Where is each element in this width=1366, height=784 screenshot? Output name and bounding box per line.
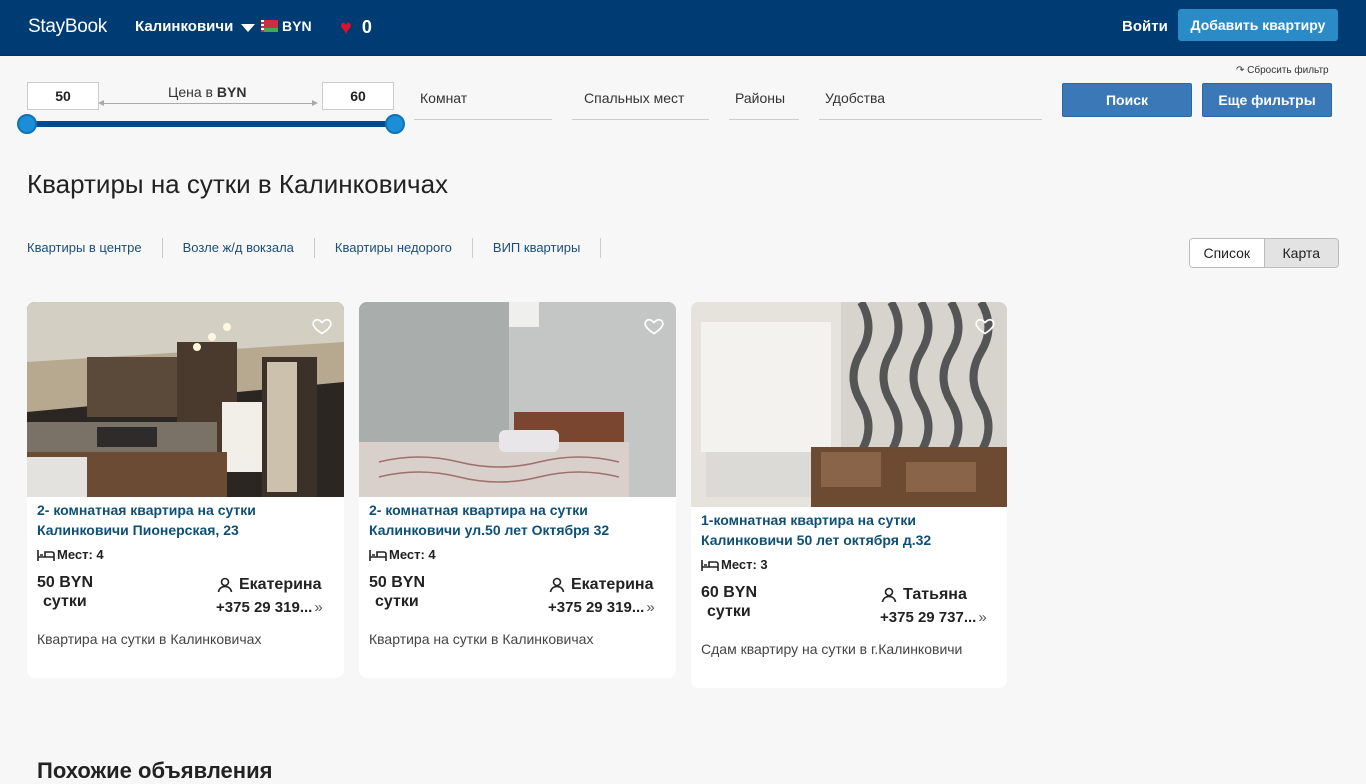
user-icon [549, 577, 565, 593]
city-selector[interactable]: Калинковичи [135, 18, 256, 35]
listing-price: 50 BYN сутки [369, 574, 426, 610]
map-view-tab[interactable]: Карта [1263, 239, 1338, 267]
listing-description: Квартира на сутки в Калинковичах [37, 631, 262, 647]
favorite-heart-icon[interactable] [312, 316, 332, 336]
listing-title[interactable]: 2- комнатная квартира на сутки Калинкови… [37, 500, 256, 540]
listing-owner: Татьяна [881, 586, 967, 604]
price-min-input[interactable]: 50 [27, 82, 99, 110]
listing-phone[interactable]: +375 29 737... » [880, 609, 987, 626]
listing-price: 50 BYN сутки [37, 574, 94, 610]
favorite-heart-icon[interactable] [644, 316, 664, 336]
price-max-input[interactable]: 60 [322, 82, 394, 110]
list-view-tab[interactable]: Список [1190, 239, 1264, 267]
listing-places: Мест: 3 [701, 557, 768, 572]
favorites-link[interactable]: ♥ 0 [340, 17, 372, 38]
rooms-filter[interactable]: Комнат [414, 90, 552, 120]
listing-description: Сдам квартиру на сутки в г.Калинковичи [701, 641, 963, 657]
price-range-arrow [98, 100, 318, 106]
page-title: Квартиры на сутки в Калинковичах [27, 169, 449, 199]
quick-link-station[interactable]: Возле ж/д вокзала [163, 238, 315, 258]
similar-listings-heading: Похожие объявления [37, 758, 273, 783]
user-icon [881, 587, 897, 603]
chevron-down-icon [241, 23, 256, 32]
currency-selector[interactable]: BYN [261, 18, 312, 34]
login-link[interactable]: Войти [1122, 18, 1168, 35]
search-button[interactable]: Поиск [1062, 83, 1192, 117]
quick-link-vip[interactable]: ВИП квартиры [473, 238, 602, 258]
listing-owner: Екатерина [549, 576, 653, 594]
listing-places: Мест: 4 [37, 547, 104, 562]
top-bar: StayBook Калинковичи BYN ♥ 0 Войти Добав… [0, 0, 1366, 56]
belarus-flag-icon [261, 20, 278, 32]
listing-phone[interactable]: +375 29 319... » [216, 599, 323, 616]
favorites-count: 0 [361, 17, 372, 37]
price-slider-max-handle[interactable] [385, 114, 405, 134]
favorite-heart-icon[interactable] [975, 316, 995, 336]
listing-title[interactable]: 2- комнатная квартира на сутки Калинкови… [369, 500, 609, 540]
double-chevron-right-icon: » [646, 599, 655, 616]
heart-icon: ♥ [340, 16, 352, 39]
amenities-filter[interactable]: Удобства [819, 90, 1042, 120]
price-slider-track[interactable] [27, 121, 395, 127]
quick-link-center[interactable]: Квартиры в центре [27, 238, 163, 258]
bed-icon [369, 549, 387, 561]
listing-owner: Екатерина [217, 576, 321, 594]
view-toggle: Список Карта [1189, 238, 1339, 268]
listing-description: Квартира на сутки в Калинковичах [369, 631, 594, 647]
double-chevron-right-icon: » [978, 609, 987, 626]
listing-photo[interactable] [359, 302, 676, 497]
double-chevron-right-icon: » [314, 599, 323, 616]
listing-phone[interactable]: +375 29 319... » [548, 599, 655, 616]
bed-icon [701, 559, 719, 571]
user-icon [217, 577, 233, 593]
beds-filter[interactable]: Спальных мест [572, 90, 709, 120]
price-slider-min-handle[interactable] [17, 114, 37, 134]
price-label: Цена в BYN [168, 84, 247, 100]
listing-title[interactable]: 1-комнатная квартира на сутки Калинкович… [701, 510, 931, 550]
listing-photo[interactable] [27, 302, 344, 497]
currency-label: BYN [282, 18, 312, 34]
districts-filter[interactable]: Районы [729, 90, 799, 120]
listing-card[interactable]: 1-комнатная квартира на сутки Калинкович… [691, 302, 1007, 688]
listing-photo[interactable] [691, 302, 1007, 509]
logo[interactable]: StayBook [28, 16, 107, 38]
bed-icon [37, 549, 55, 561]
city-label: Калинковичи [135, 18, 234, 35]
reset-filter-link[interactable]: ↷ Сбросить фильтр [1236, 65, 1329, 76]
listing-places: Мест: 4 [369, 547, 436, 562]
listing-card[interactable]: 2- комнатная квартира на сутки Калинкови… [27, 302, 344, 678]
more-filters-button[interactable]: Еще фильтры [1202, 83, 1332, 117]
listing-card[interactable]: 2- комнатная квартира на сутки Калинкови… [359, 302, 676, 678]
listing-price: 60 BYN сутки [701, 584, 758, 620]
add-apartment-button[interactable]: Добавить квартиру [1178, 9, 1338, 41]
quick-link-cheap[interactable]: Квартиры недорого [315, 238, 473, 258]
quick-links: Квартиры в центре Возле ж/д вокзала Квар… [27, 238, 602, 258]
